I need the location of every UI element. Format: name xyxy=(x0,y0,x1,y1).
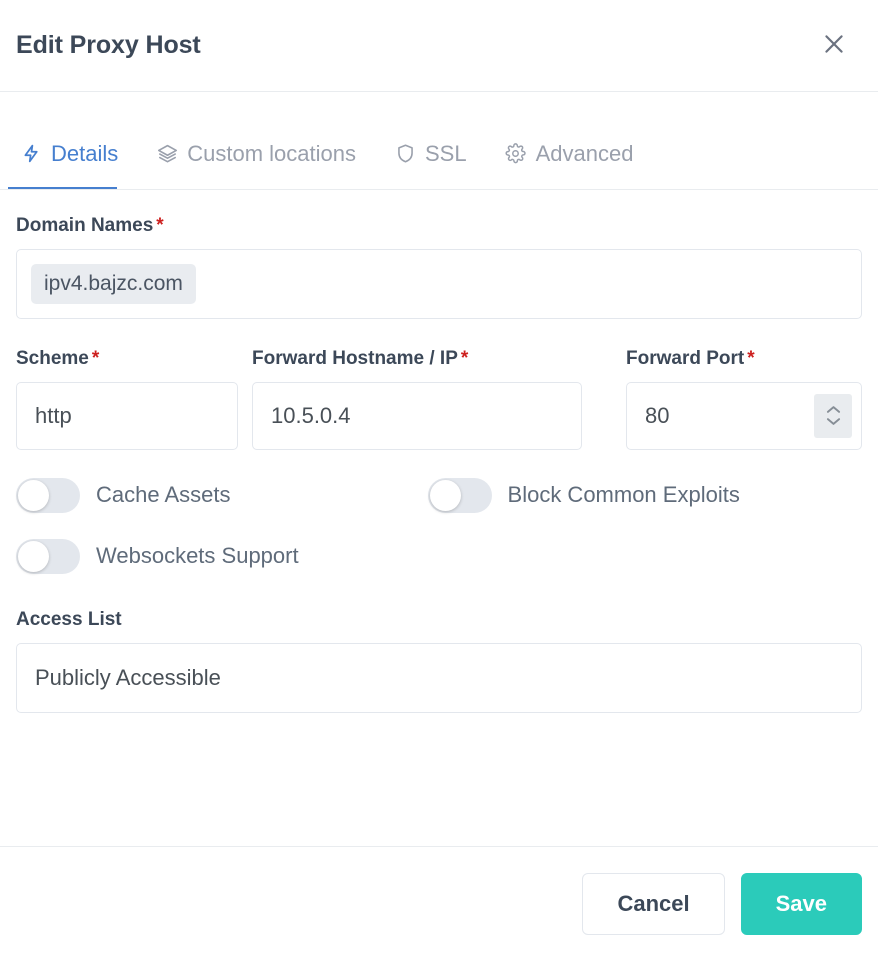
tab-details[interactable]: Details xyxy=(8,132,130,176)
save-button[interactable]: Save xyxy=(740,872,862,935)
close-icon xyxy=(821,31,847,57)
toggle-knob xyxy=(429,479,461,511)
dialog-header: Edit Proxy Host xyxy=(0,0,878,92)
tab-custom-locations[interactable]: Custom locations xyxy=(144,132,368,176)
tab-ssl[interactable]: SSL xyxy=(382,132,479,176)
required-asterisk: * xyxy=(156,215,164,236)
tab-details-label: Details xyxy=(51,140,119,166)
tab-ssl-label: SSL xyxy=(425,140,467,166)
bolt-icon xyxy=(20,143,42,165)
access-list-select[interactable]: Publicly Accessible xyxy=(16,642,862,713)
scheme-select[interactable]: http xyxy=(16,381,238,450)
toggle-row-1: Cache Assets Block Common Exploits xyxy=(16,477,862,513)
forward-hostname-field-group: Forward Hostname / IP * 10.5.0.4 xyxy=(252,347,582,450)
forward-hostname-label: Forward Hostname / IP * xyxy=(252,347,582,370)
toggle-switch[interactable] xyxy=(16,538,80,574)
dialog-body: Domain Names * ipv4.bajzc.com Scheme * htt… xyxy=(0,190,878,846)
access-list-label: Access List xyxy=(16,608,122,630)
forward-port-input[interactable]: 80 xyxy=(626,381,862,450)
domain-names-label-text: Domain Names xyxy=(16,215,154,236)
edit-proxy-host-dialog: Edit Proxy Host Details Custom locations… xyxy=(0,0,878,960)
forward-port-field-group: Forward Port * 80 xyxy=(626,347,862,450)
forward-hostname-input[interactable]: 10.5.0.4 xyxy=(252,381,582,450)
required-asterisk: * xyxy=(747,347,755,369)
dialog-footer: Cancel Save xyxy=(0,846,878,960)
tab-custom-locations-label: Custom locations xyxy=(187,140,356,166)
toggle-switch[interactable] xyxy=(427,477,492,513)
domain-names-input[interactable]: ipv4.bajzc.com xyxy=(16,248,862,319)
shield-icon xyxy=(394,143,416,165)
scheme-label: Scheme * xyxy=(16,347,238,370)
toggle-knob xyxy=(18,479,49,511)
access-list-value: Publicly Accessible xyxy=(35,664,221,690)
toggle-knob xyxy=(18,540,49,572)
layers-icon xyxy=(156,143,178,165)
scheme-label-text: Scheme xyxy=(16,347,89,369)
chevron-down-icon[interactable] xyxy=(826,417,841,426)
forward-hostname-value: 10.5.0.4 xyxy=(271,402,351,428)
forward-port-value: 80 xyxy=(645,402,670,428)
cache-assets-toggle[interactable]: Cache Assets xyxy=(16,477,231,513)
forward-hostname-label-text: Forward Hostname / IP xyxy=(252,347,458,369)
cancel-button[interactable]: Cancel xyxy=(582,872,725,935)
websockets-support-label: Websockets Support xyxy=(96,543,299,569)
quantity-stepper[interactable] xyxy=(814,393,852,438)
tab-advanced[interactable]: Advanced xyxy=(493,132,646,176)
cache-assets-label: Cache Assets xyxy=(96,482,231,508)
close-button[interactable] xyxy=(812,22,856,66)
tab-bar: Details Custom locations SSL Advanced xyxy=(0,92,878,190)
domain-name-tag[interactable]: ipv4.bajzc.com xyxy=(31,263,196,305)
block-common-exploits-label: Block Common Exploits xyxy=(507,482,740,508)
tab-advanced-label: Advanced xyxy=(535,140,634,166)
forward-settings-row: Scheme * http Forward Hostname / IP * 10.5… xyxy=(16,347,862,450)
block-common-exploits-toggle[interactable]: Block Common Exploits xyxy=(427,477,740,513)
toggle-row-2: Websockets Support xyxy=(16,538,862,574)
required-asterisk: * xyxy=(91,347,100,369)
chevron-up-icon[interactable] xyxy=(826,405,841,414)
toggle-switch[interactable] xyxy=(16,477,80,513)
websockets-support-toggle[interactable]: Websockets Support xyxy=(16,538,299,574)
active-tab-indicator xyxy=(8,187,117,189)
access-list-field-group: Access List Publicly Accessible xyxy=(16,608,862,713)
page-title: Edit Proxy Host xyxy=(16,31,201,59)
forward-port-label-text: Forward Port xyxy=(626,347,745,369)
forward-port-label: Forward Port * xyxy=(626,347,862,370)
required-asterisk: * xyxy=(460,347,469,369)
scheme-field-group: Scheme * http xyxy=(16,347,238,450)
scheme-value: http xyxy=(35,402,72,428)
domain-names-label: Domain Names * xyxy=(16,215,862,237)
gear-icon xyxy=(505,143,527,165)
